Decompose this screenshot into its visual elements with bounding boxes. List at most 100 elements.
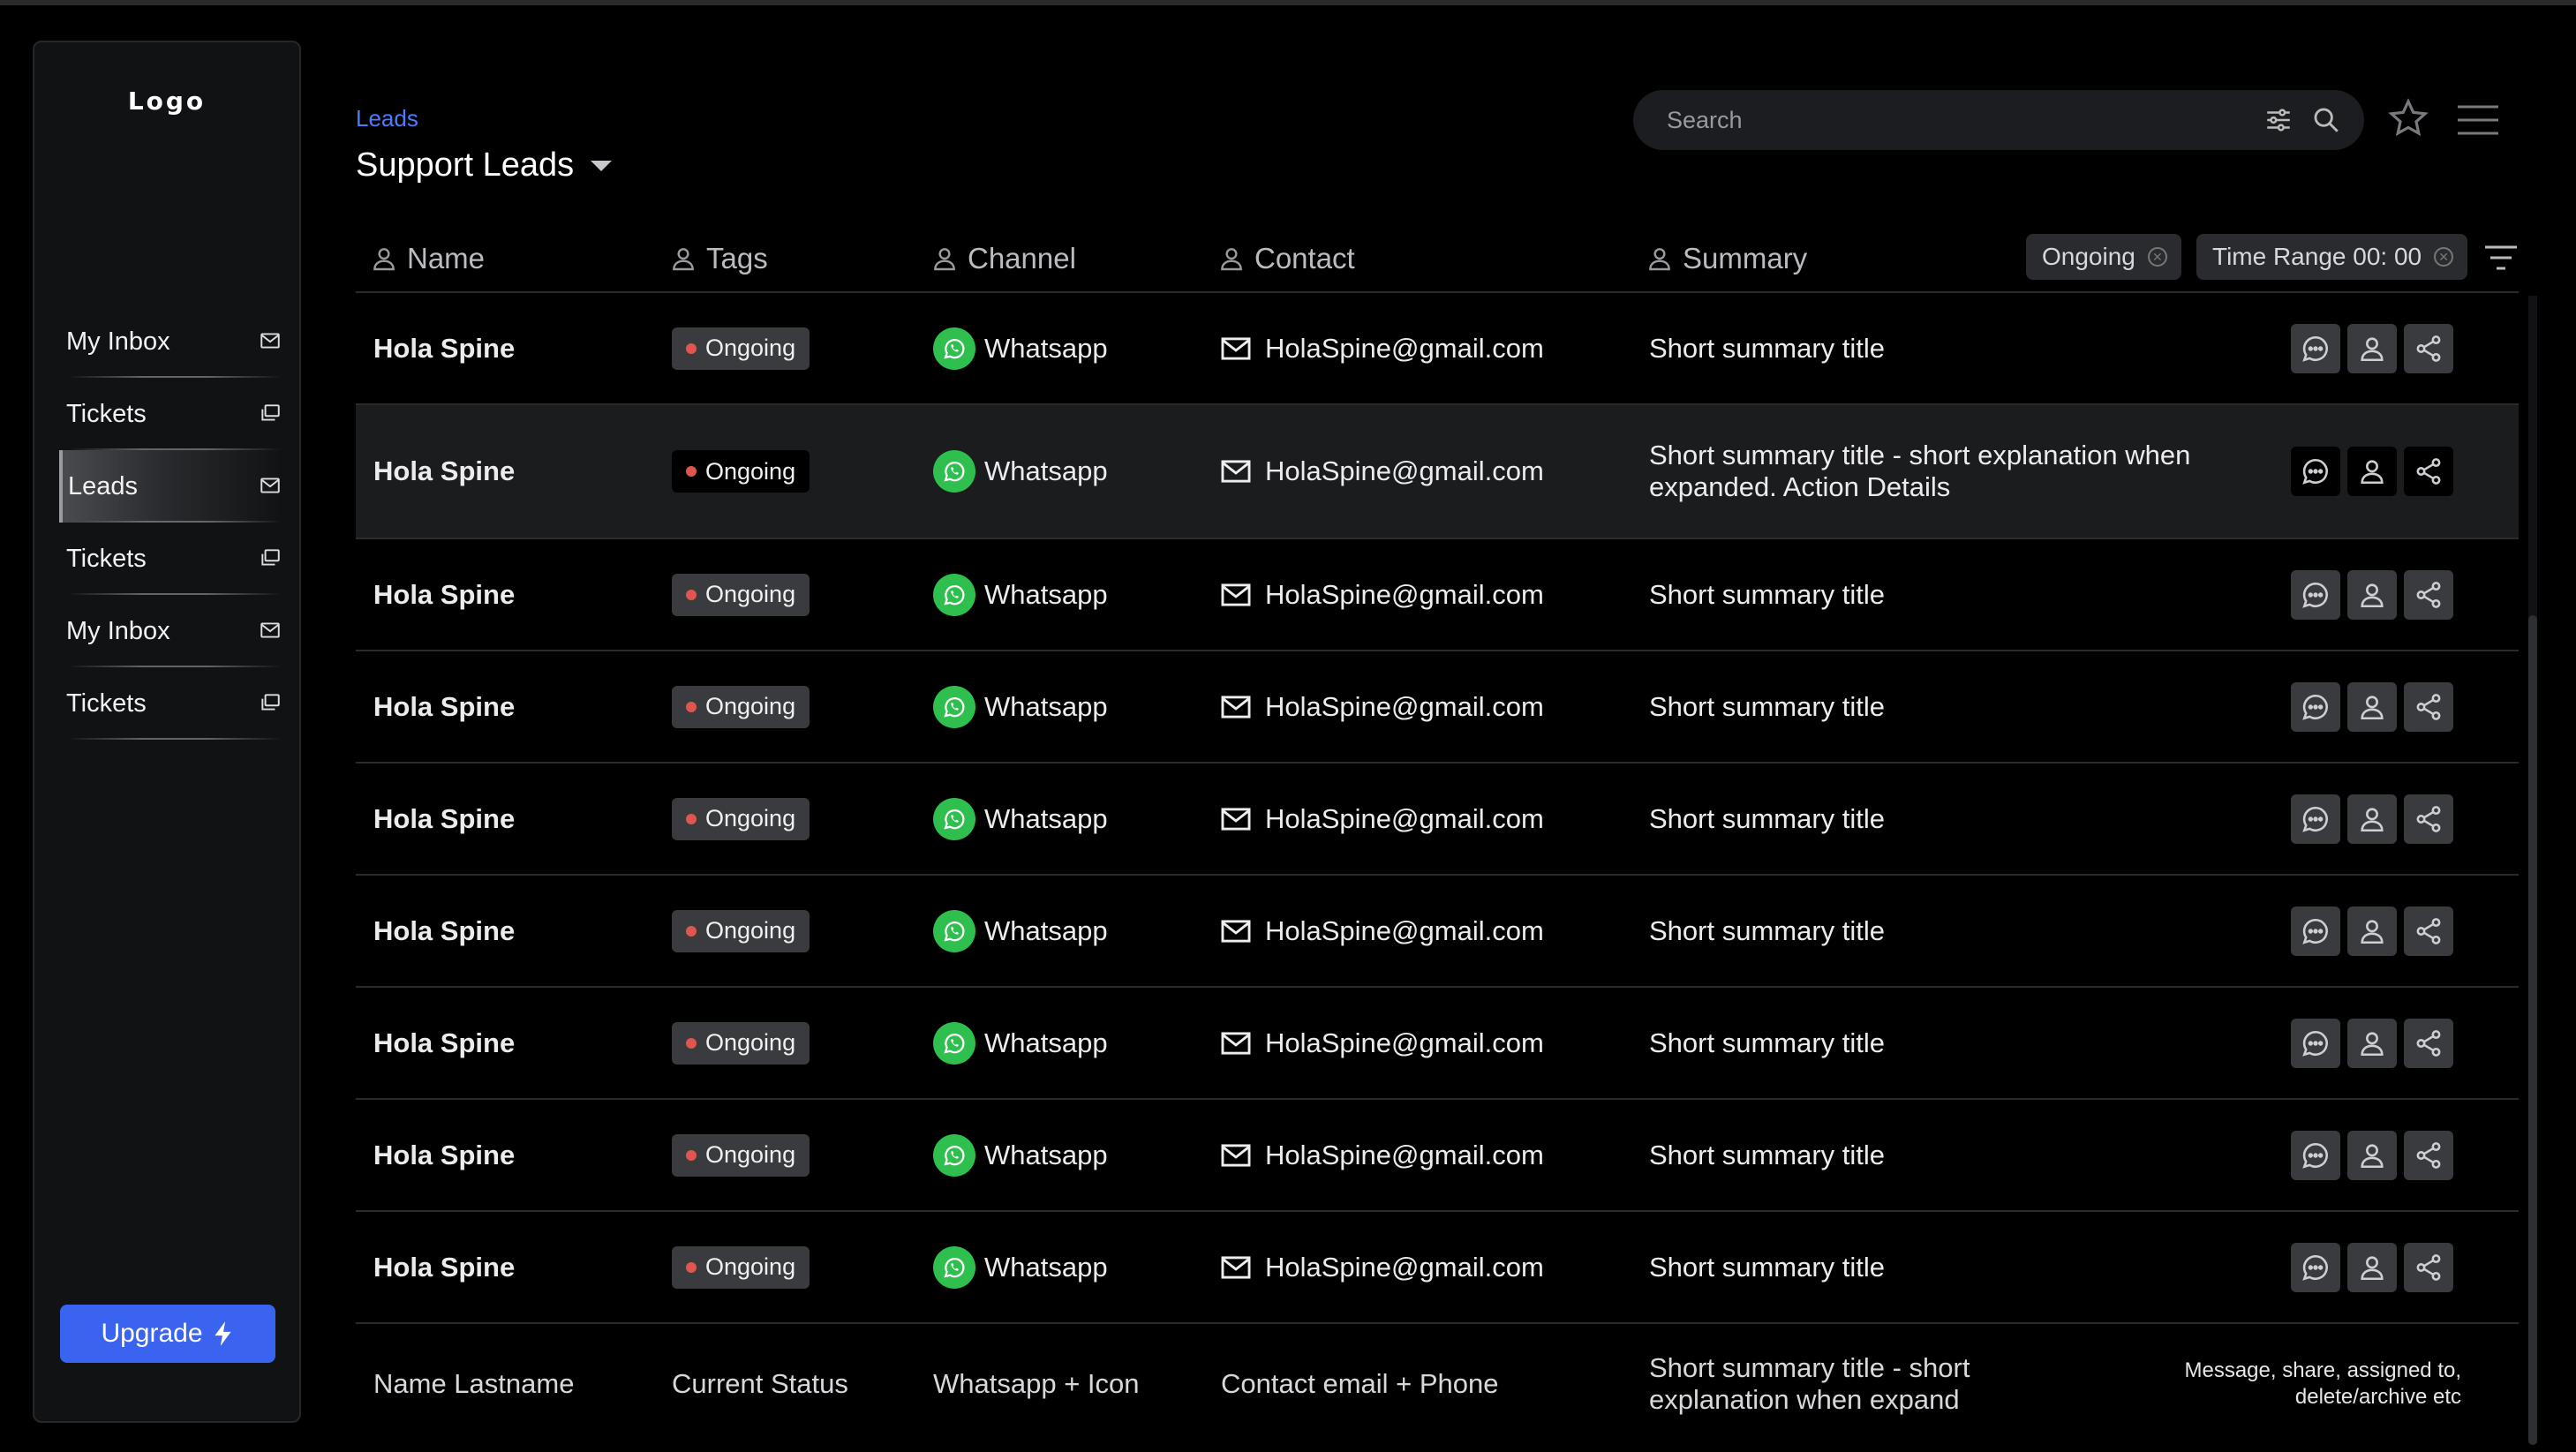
- mail-icon: [1221, 1255, 1251, 1280]
- contact-cell[interactable]: HolaSpine@gmail.com: [1221, 803, 1544, 835]
- share-button[interactable]: [2404, 1130, 2453, 1180]
- sidebar-item-label: Tickets: [66, 688, 147, 718]
- filter-chip-time-range[interactable]: Time Range 00: 00 ✕: [2196, 234, 2468, 280]
- search-icon[interactable]: [2311, 105, 2341, 135]
- contact-email: HolaSpine@gmail.com: [1265, 578, 1544, 610]
- status-tag[interactable]: Ongoing: [672, 909, 810, 952]
- column-header-name[interactable]: Name: [370, 242, 485, 275]
- share-button[interactable]: [2404, 1242, 2453, 1292]
- assign-button[interactable]: [2347, 794, 2397, 844]
- contact-cell[interactable]: HolaSpine@gmail.com: [1221, 915, 1544, 947]
- column-header-contact[interactable]: Contact: [1217, 242, 1355, 275]
- table-row[interactable]: Hola Spine Ongoing Whatsapp HolaSpine@gm…: [356, 293, 2519, 405]
- table-row[interactable]: Hola Spine Ongoing Whatsapp HolaSpine@gm…: [356, 405, 2519, 539]
- status-tag[interactable]: Ongoing: [672, 1133, 810, 1177]
- table-row[interactable]: Hola Spine Ongoing Whatsapp HolaSpine@gm…: [356, 1100, 2519, 1212]
- status-tag[interactable]: Ongoing: [672, 797, 810, 840]
- assign-button[interactable]: [2347, 447, 2397, 496]
- message-button[interactable]: [2291, 1018, 2340, 1068]
- contact-cell[interactable]: HolaSpine@gmail.com: [1221, 1252, 1544, 1283]
- contact-cell[interactable]: HolaSpine@gmail.com: [1221, 333, 1544, 365]
- sidebar-item-tickets[interactable]: Tickets: [59, 667, 282, 740]
- column-header-summary[interactable]: Summary: [1646, 242, 1807, 275]
- sidebar-item-my-inbox[interactable]: My Inbox: [59, 305, 282, 378]
- sidebar-item-my-inbox[interactable]: My Inbox: [59, 595, 282, 667]
- assign-button[interactable]: [2347, 569, 2397, 620]
- message-button[interactable]: [2291, 906, 2340, 956]
- channel-label: Whatsapp: [984, 690, 1108, 722]
- search-input[interactable]: [1667, 106, 2246, 134]
- status-tag[interactable]: Ongoing: [672, 327, 810, 370]
- contact-cell[interactable]: HolaSpine@gmail.com: [1221, 579, 1544, 611]
- share-button[interactable]: [2404, 569, 2453, 620]
- channel-label: Whatsapp: [984, 1139, 1108, 1170]
- sliders-icon[interactable]: [2263, 105, 2294, 135]
- assign-button[interactable]: [2347, 681, 2397, 732]
- contact-cell[interactable]: HolaSpine@gmail.com: [1221, 1140, 1544, 1171]
- share-button[interactable]: [2404, 906, 2453, 956]
- contact-cell[interactable]: HolaSpine@gmail.com: [1221, 1027, 1544, 1059]
- contact-cell[interactable]: HolaSpine@gmail.com: [1221, 691, 1544, 723]
- summary-text: Short summary title: [1649, 802, 1886, 834]
- sidebar-item-tickets[interactable]: Tickets: [59, 523, 282, 595]
- status-tag[interactable]: Ongoing: [672, 685, 810, 728]
- column-header-tags[interactable]: Tags: [669, 242, 768, 275]
- assign-button[interactable]: [2347, 906, 2397, 956]
- breadcrumb[interactable]: Leads: [356, 105, 418, 132]
- scrollbar-thumb[interactable]: [2528, 615, 2537, 1445]
- table-row[interactable]: Hola Spine Ongoing Whatsapp HolaSpine@gm…: [356, 988, 2519, 1100]
- share-icon: [2416, 1141, 2441, 1169]
- message-button[interactable]: [2291, 681, 2340, 732]
- table-row[interactable]: Hola Spine Ongoing Whatsapp HolaSpine@gm…: [356, 651, 2519, 764]
- caret-down-icon: [591, 160, 613, 171]
- user-icon: [2361, 1143, 2384, 1168]
- assign-button[interactable]: [2347, 1018, 2397, 1068]
- star-icon[interactable]: [2387, 97, 2429, 139]
- message-button[interactable]: [2291, 1242, 2340, 1292]
- channel-cell: Whatsapp: [933, 1133, 1108, 1177]
- share-button[interactable]: [2404, 794, 2453, 844]
- chat-bubble-icon: [2302, 458, 2328, 485]
- sidebar-item-leads[interactable]: Leads: [59, 450, 282, 523]
- table-row[interactable]: Hola Spine Ongoing Whatsapp HolaSpine@gm…: [356, 1212, 2519, 1324]
- contact-email: HolaSpine@gmail.com: [1265, 802, 1544, 834]
- contact-cell[interactable]: HolaSpine@gmail.com: [1221, 455, 1544, 487]
- message-button[interactable]: [2291, 1130, 2340, 1180]
- table-row[interactable]: Hola Spine Ongoing Whatsapp HolaSpine@gm…: [356, 764, 2519, 876]
- upgrade-button[interactable]: Upgrade: [60, 1305, 275, 1363]
- status-dot-icon: [686, 1149, 697, 1161]
- table-row[interactable]: Hola Spine Ongoing Whatsapp HolaSpine@gm…: [356, 876, 2519, 988]
- lead-name: Hola Spine: [373, 1139, 516, 1170]
- share-button[interactable]: [2404, 447, 2453, 496]
- hamburger-menu-icon[interactable]: [2456, 104, 2500, 136]
- legend-name: Name Lastname: [373, 1368, 575, 1399]
- status-tag[interactable]: Ongoing: [672, 450, 810, 493]
- close-icon[interactable]: ✕: [2434, 247, 2454, 267]
- assign-button[interactable]: [2347, 1130, 2397, 1180]
- close-icon[interactable]: ✕: [2147, 247, 2167, 267]
- status-tag[interactable]: Ongoing: [672, 1021, 810, 1065]
- share-button[interactable]: [2404, 681, 2453, 732]
- filter-chip-ongoing[interactable]: Ongoing ✕: [2026, 234, 2181, 280]
- folders-icon: [261, 549, 280, 566]
- leads-table: Name Tags Channel Contact Summary Ongoin…: [356, 222, 2519, 1444]
- share-button[interactable]: [2404, 1018, 2453, 1068]
- sidebar-item-tickets[interactable]: Tickets: [59, 378, 282, 450]
- table-row[interactable]: Hola Spine Ongoing Whatsapp HolaSpine@gm…: [356, 539, 2519, 651]
- status-tag[interactable]: Ongoing: [672, 1245, 810, 1289]
- message-button[interactable]: [2291, 569, 2340, 620]
- message-button[interactable]: [2291, 323, 2340, 373]
- user-icon: [2361, 336, 2384, 361]
- filter-icon[interactable]: [2483, 244, 2519, 272]
- user-icon: [2361, 919, 2384, 944]
- channel-cell: Whatsapp: [933, 327, 1108, 370]
- column-header-channel[interactable]: Channel: [930, 242, 1076, 275]
- assign-button[interactable]: [2347, 323, 2397, 373]
- status-tag[interactable]: Ongoing: [672, 573, 810, 616]
- share-button[interactable]: [2404, 323, 2453, 373]
- message-button[interactable]: [2291, 794, 2340, 844]
- page-title-dropdown[interactable]: Support Leads: [356, 147, 613, 184]
- chat-bubble-icon: [2302, 694, 2328, 720]
- assign-button[interactable]: [2347, 1242, 2397, 1292]
- message-button[interactable]: [2291, 447, 2340, 496]
